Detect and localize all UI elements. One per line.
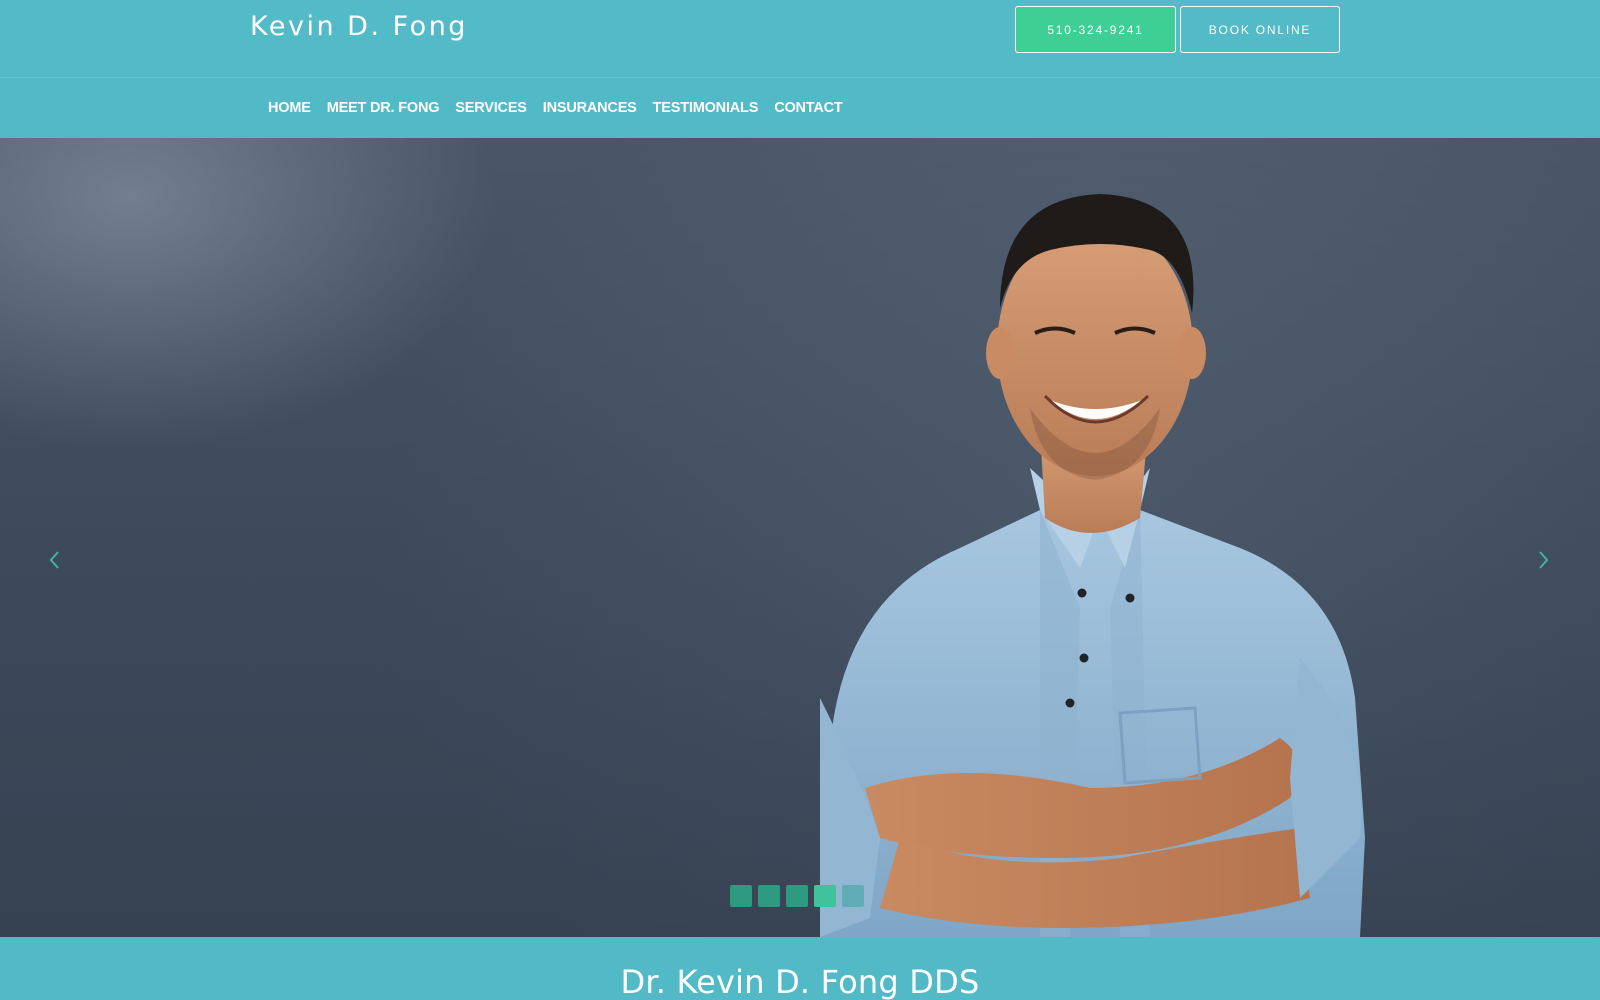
slider-prev-button[interactable] — [43, 548, 67, 572]
slider-dot-5[interactable] — [842, 885, 864, 907]
hero-slider — [0, 138, 1600, 937]
slider-dot-3[interactable] — [786, 885, 808, 907]
nav-item-meet-dr-fong[interactable]: MEET DR. FONG — [327, 100, 440, 116]
slider-dot-2[interactable] — [758, 885, 780, 907]
phone-button[interactable]: 510-324-9241 — [1015, 6, 1176, 53]
hero-photo — [820, 194, 1365, 937]
nav-item-home[interactable]: HOME — [268, 100, 311, 116]
page: Kevin D. Fong 510-324-9241 BOOK ONLINE H… — [0, 0, 1600, 1000]
chevron-left-icon — [49, 551, 59, 569]
slider-next-button[interactable] — [1531, 548, 1555, 572]
nav-item-contact[interactable]: CONTACT — [774, 100, 843, 116]
nav-item-services[interactable]: SERVICES — [455, 100, 527, 116]
intro-section: Dr. Kevin D. Fong DDS — [0, 937, 1600, 1000]
site-logo[interactable]: Kevin D. Fong — [250, 11, 468, 42]
site-header: Kevin D. Fong 510-324-9241 BOOK ONLINE — [0, 0, 1600, 78]
book-online-button[interactable]: BOOK ONLINE — [1180, 6, 1340, 53]
nav-item-testimonials[interactable]: TESTIMONIALS — [653, 100, 759, 116]
intro-title: Dr. Kevin D. Fong DDS — [620, 963, 980, 1000]
main-nav: HOME MEET DR. FONG SERVICES INSURANCES T… — [0, 78, 1600, 138]
nav-item-insurances[interactable]: INSURANCES — [543, 100, 637, 116]
slider-dot-4-active[interactable] — [814, 885, 836, 907]
chevron-right-icon — [1539, 551, 1549, 569]
slider-dot-1[interactable] — [730, 885, 752, 907]
slider-pagination — [730, 885, 870, 907]
